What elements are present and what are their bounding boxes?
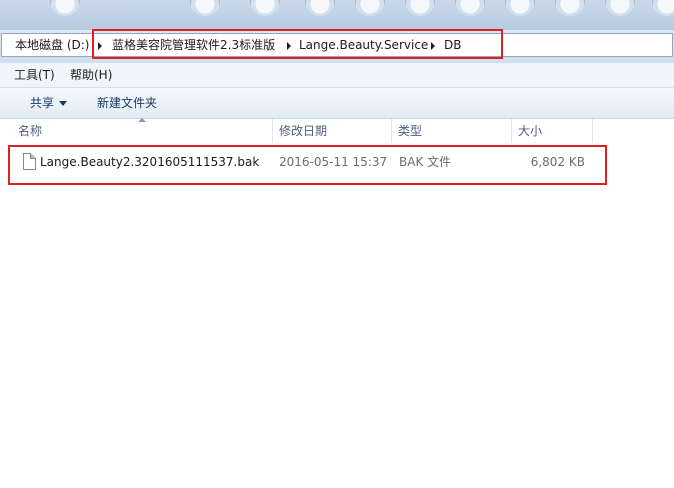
- column-header-size[interactable]: 大小: [512, 119, 593, 143]
- desktop-icon: [505, 0, 535, 16]
- column-headers: 名称 修改日期 类型 大小: [0, 118, 674, 143]
- new-folder-button[interactable]: 新建文件夹: [97, 88, 157, 118]
- share-label: 共享: [30, 96, 55, 110]
- share-button[interactable]: 共享: [30, 88, 68, 118]
- desktop-icon: [355, 0, 385, 16]
- column-header-modified[interactable]: 修改日期: [273, 119, 392, 143]
- column-header-type[interactable]: 类型: [392, 119, 512, 143]
- menu-tools[interactable]: 工具(T): [14, 63, 55, 87]
- desktop-icon: [50, 0, 80, 16]
- desktop-icon: [455, 0, 485, 16]
- command-toolbar: 共享 新建文件夹: [0, 88, 674, 119]
- breadcrumb-drive[interactable]: 本地磁盘 (D:): [15, 34, 89, 56]
- menu-bar: 工具(T) 帮助(H): [0, 63, 674, 88]
- desktop-strip: [0, 0, 674, 30]
- file-row-highlight-box: [8, 145, 607, 185]
- desktop-icon: [190, 0, 220, 16]
- desktop-icon: [305, 0, 335, 16]
- breadcrumb-highlight-box: [92, 29, 503, 59]
- desktop-icon: [652, 0, 674, 16]
- menu-help[interactable]: 帮助(H): [70, 63, 112, 87]
- column-header-name[interactable]: 名称: [12, 119, 273, 143]
- desktop-icon: [405, 0, 435, 16]
- chevron-down-icon: [59, 101, 68, 106]
- desktop-icon: [555, 0, 585, 16]
- desktop-icon: [605, 0, 635, 16]
- desktop-icon: [250, 0, 280, 16]
